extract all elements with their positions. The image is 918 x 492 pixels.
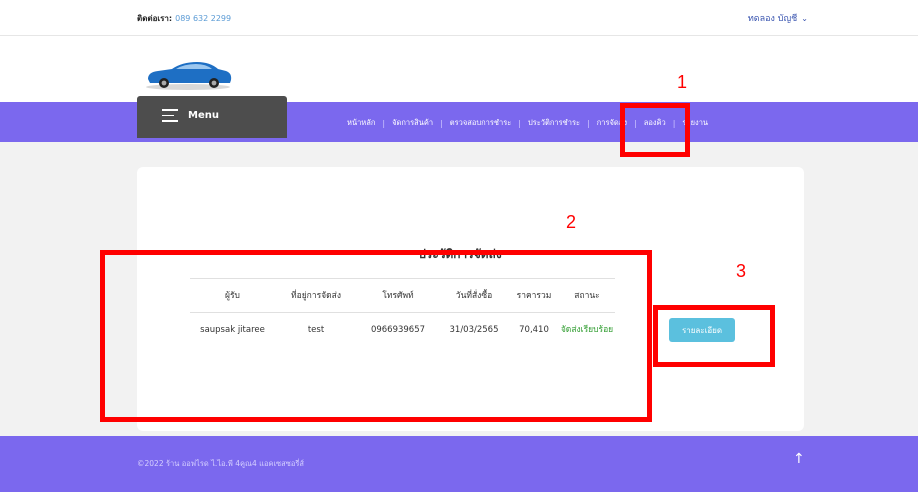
- account-label[interactable]: ทดลอง บัญชี: [748, 14, 797, 24]
- arrow-up-icon[interactable]: ↑: [793, 451, 805, 467]
- contact-info: ติดต่อเรา: 089 632 2299: [137, 12, 231, 25]
- account-dropdown[interactable]: ทดลอง บัญชี ⌄: [748, 11, 808, 25]
- annotation-box-1: [620, 103, 690, 157]
- annotation-number-1: 1: [677, 72, 688, 92]
- top-bar: ติดต่อเรา: 089 632 2299 ทดลอง บัญชี ⌄: [0, 0, 918, 36]
- car-logo-icon[interactable]: [142, 57, 234, 91]
- annotation-number-2: 2: [566, 212, 577, 232]
- nav-item-payment-history[interactable]: ประวัติการชำระ: [521, 117, 587, 129]
- logo-area: [0, 36, 918, 102]
- nav-item-products[interactable]: จัดการสินค้า: [385, 117, 440, 129]
- nav-item-payment-check[interactable]: ตรวจสอบการชำระ: [443, 117, 519, 129]
- annotation-number-3: 3: [736, 261, 747, 281]
- menu-button[interactable]: Menu: [137, 96, 287, 138]
- chevron-down-icon[interactable]: ⌄: [801, 14, 808, 23]
- annotation-box-2: [100, 250, 652, 422]
- page: ติดต่อเรา: 089 632 2299 ทดลอง บัญชี ⌄ Menu…: [0, 0, 918, 492]
- nav-item-home[interactable]: หน้าหลัก: [340, 117, 382, 129]
- contact-label: ติดต่อเรา:: [137, 14, 173, 23]
- footer-copyright: ©2022 ร้าน ออฟไรด ไ.ไอ.พี 4คูณ4 แอคเซสซอ…: [137, 459, 304, 468]
- menu-label[interactable]: Menu: [188, 110, 219, 121]
- contact-phone[interactable]: 089 632 2299: [175, 14, 231, 23]
- hamburger-icon[interactable]: [162, 109, 178, 126]
- annotation-box-3: [653, 305, 775, 367]
